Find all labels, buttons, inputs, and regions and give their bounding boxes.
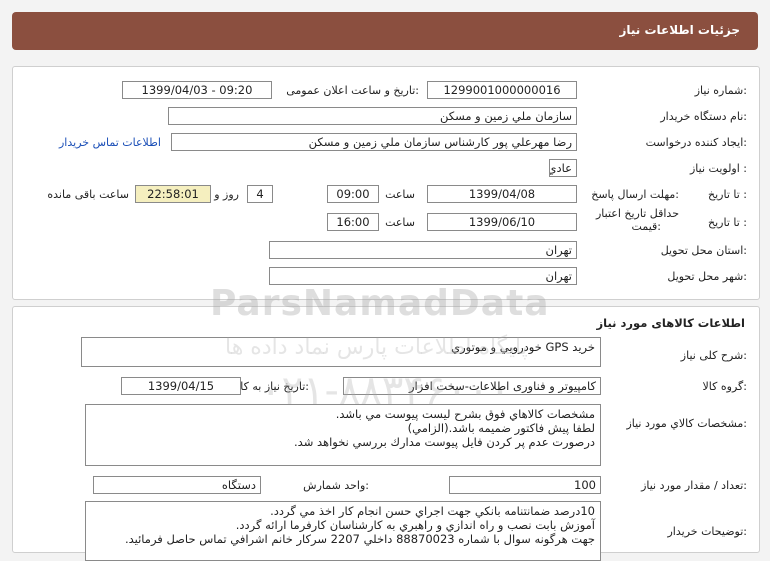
watermark-phone: ۰۲۱-۸۸۳۴۶۰۰۰ — [260, 368, 511, 414]
need-date-field: 1399/04/15 — [121, 377, 241, 395]
days-label: روز و — [214, 188, 239, 201]
goods-section-title: اطلاعات کالاهای مورد نیاز — [596, 316, 745, 330]
qty-label: تعداد / مقدار مورد نیاز: — [641, 479, 747, 492]
province-label: استان محل تحویل: — [660, 244, 747, 257]
watermark-persian: پایگاه اطلاعات پارس نماد داده ها — [225, 335, 528, 360]
validity-date-field: 1399/06/10 — [427, 213, 577, 231]
validity-until-label: تا تاریخ : — [708, 216, 747, 229]
unit-field: دستگاه — [93, 476, 261, 494]
days-field: 4 — [247, 185, 273, 203]
notes-line-2: آموزش بابت نصب و راه اندازي و راهبري به … — [235, 518, 595, 532]
validity-label-2: قیمت: — [631, 220, 661, 233]
spec-line-3: درصورت عدم پر كردن فايل پيوست مدارك بررس… — [294, 435, 595, 449]
need-info-panel: شماره نیاز: 1299001000000016 تاریخ و ساع… — [12, 66, 760, 300]
notes-line-1: 10درصد ضمانتنامه بانكي جهت اجراي حسن انج… — [270, 504, 595, 518]
announce-field: 1399/04/03 - 09:20 — [122, 81, 272, 99]
remaining-time-field: 22:58:01 — [135, 185, 211, 203]
spec-line-2: لطفا پيش فاكتور ضميمه باشد.(الزامي) — [407, 421, 595, 435]
validity-time-label: ساعت — [385, 216, 415, 229]
remaining-label: ساعت باقی مانده — [47, 188, 129, 201]
province-field: تهران — [269, 241, 577, 259]
priority-label: اولویت نیاز : — [689, 162, 747, 175]
priority-field: عادي — [549, 159, 577, 177]
summary-label: شرح کلی نیاز: — [680, 349, 747, 362]
buyer-org-label: نام دستگاه خریدار: — [660, 110, 747, 123]
watermark-latin: ParsNamadData — [210, 283, 550, 324]
page-title: جزئیات اطلاعات نیاز — [619, 23, 740, 37]
announce-label: تاریخ و ساعت اعلان عمومی: — [286, 84, 419, 97]
city-label: شهر محل تحویل: — [667, 270, 747, 283]
deadline-date-field: 1399/04/08 — [427, 185, 577, 203]
validity-label-1: حداقل تاریخ اعتبار — [595, 207, 679, 220]
validity-time-field: 16:00 — [327, 213, 379, 231]
need-number-label: شماره نیاز: — [694, 84, 747, 97]
requester-field: رضا مهرعلي پور كارشناس سازمان ملي زمين و… — [171, 133, 577, 151]
buyer-notes-label: توضیحات خریدار: — [667, 525, 748, 538]
buyer-org-field: سازمان ملي زمين و مسكن — [168, 107, 577, 125]
deadline-time-field: 09:00 — [327, 185, 379, 203]
page-header: جزئیات اطلاعات نیاز — [12, 12, 758, 50]
notes-line-3: جهت هرگونه سوال با شماره 88870023 داخلي … — [124, 532, 595, 546]
need-number-field: 1299001000000016 — [427, 81, 577, 99]
spec-label: مشخصات کالاي مورد نياز: — [626, 417, 747, 430]
unit-label: واحد شمارش: — [303, 479, 369, 492]
requester-label: ایجاد کننده درخواست: — [645, 136, 747, 149]
deadline-time-label: ساعت — [385, 188, 415, 201]
buyer-notes-field: 10درصد ضمانتنامه بانكي جهت اجراي حسن انج… — [85, 501, 601, 561]
deadline-until-label: تا تاریخ : — [708, 188, 747, 201]
qty-field: 100 — [449, 476, 601, 494]
deadline-label: مهلت ارسال پاسخ: — [591, 188, 679, 201]
group-label: گروه کالا: — [702, 380, 747, 393]
buyer-contact-link[interactable]: اطلاعات تماس خریدار — [59, 136, 161, 149]
